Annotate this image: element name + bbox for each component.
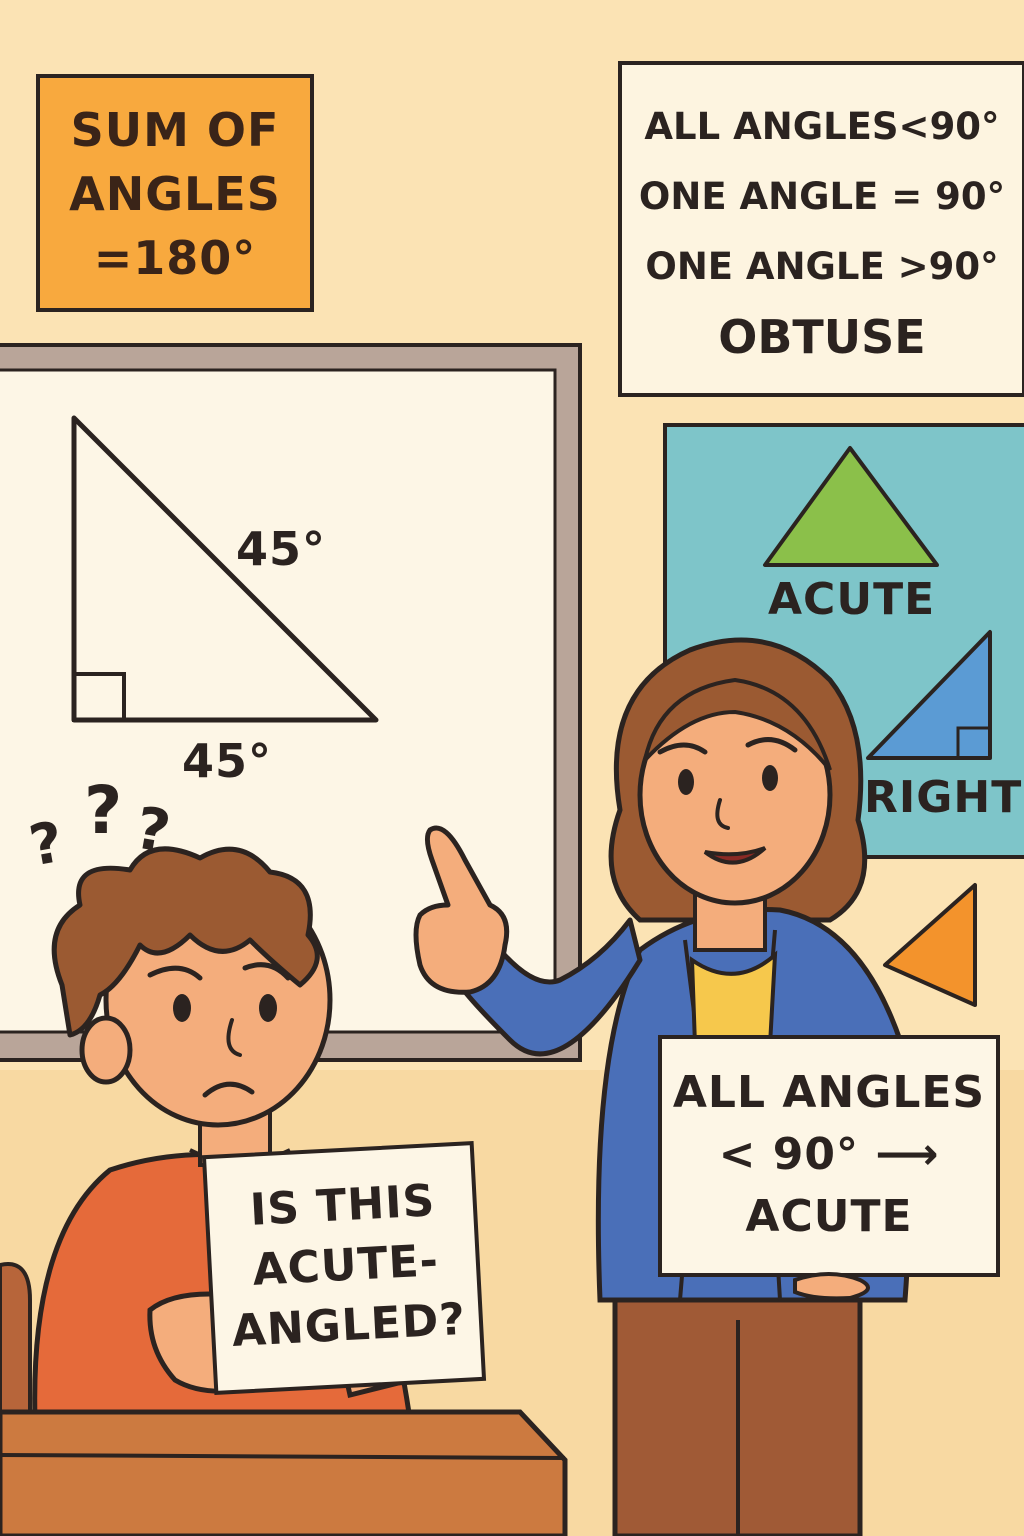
poster-right-label: RIGHT <box>864 772 1023 823</box>
types-sign-line-3: ONE ANGLE >90° <box>645 245 999 288</box>
teacher-eye-right <box>762 765 778 791</box>
teacher-card-line-3: ACUTE <box>745 1191 913 1242</box>
poster-acute-label: ACUTE <box>768 574 936 625</box>
student-ear <box>79 1015 133 1085</box>
types-sign-line-2: ONE ANGLE = 90° <box>638 175 1006 218</box>
student-card-text: IS THIS ACUTE- ANGLED? <box>207 1169 485 1373</box>
sum-sign-text: SUM OF ANGLES =180° <box>38 98 312 298</box>
student-eye-right <box>259 994 277 1022</box>
question-mark-2: ? <box>84 772 124 849</box>
student-card-line-3: ANGLED? <box>230 1293 468 1358</box>
classroom-illustration: SUM OF ANGLES =180° ALL ANGLES<90° ONE A… <box>0 0 1024 1536</box>
whiteboard-angle-bottom: 45° <box>182 734 273 788</box>
desk <box>0 1409 568 1536</box>
teacher-card-line-1: ALL ANGLES <box>672 1067 986 1118</box>
sum-sign-line-1: SUM OF <box>70 103 280 157</box>
sum-sign-line-3: =180° <box>93 231 257 285</box>
teacher-card-line-2: < 90° ⟶ <box>718 1129 940 1180</box>
teacher-hand-holding-card <box>793 1272 870 1301</box>
teacher-card-text: ALL ANGLES < 90° ⟶ ACUTE <box>660 1062 998 1248</box>
teacher-eye-left <box>678 769 694 795</box>
sum-sign-line-2: ANGLES <box>69 167 281 221</box>
whiteboard-angle-top: 45° <box>236 522 327 576</box>
types-sign-text: ALL ANGLES<90° ONE ANGLE = 90° ONE ANGLE… <box>620 92 1024 372</box>
student-eye-left <box>173 994 191 1022</box>
types-sign-line-1: ALL ANGLES<90° <box>644 105 1000 148</box>
types-sign-line-4: OBTUSE <box>718 310 926 364</box>
chair <box>0 1262 32 1422</box>
